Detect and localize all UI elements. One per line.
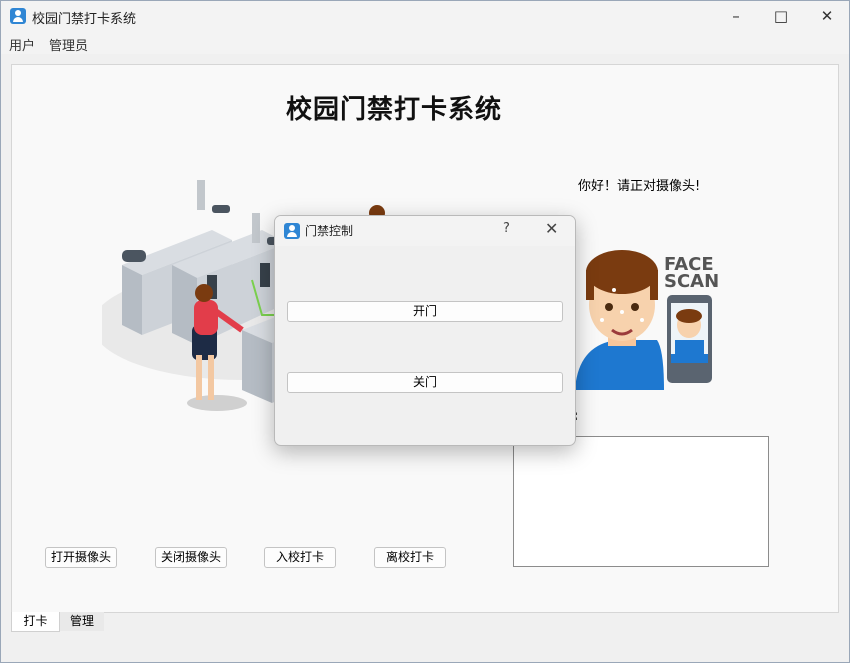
tab-manage[interactable]: 管理 <box>60 612 104 631</box>
dialog-app-icon <box>284 223 300 239</box>
menu-admin[interactable]: 管理员 <box>49 35 88 54</box>
app-icon <box>10 8 26 24</box>
close-icon[interactable]: ✕ <box>804 1 850 32</box>
dialog-title-bar: 门禁控制 ? ✕ <box>275 216 575 246</box>
face-scan-line-2: SCAN <box>664 271 720 292</box>
maximize-icon[interactable]: □ <box>758 1 804 32</box>
dialog-title: 门禁控制 <box>305 224 354 238</box>
open-gate-button[interactable]: 开门 <box>287 301 563 322</box>
dialog-close-icon[interactable]: ✕ <box>545 219 558 238</box>
gate-control-dialog: 门禁控制 ? ✕ 开门 关门 <box>274 215 576 446</box>
face-scan-label: FACE SCAN <box>664 256 720 292</box>
close-gate-button[interactable]: 关门 <box>287 372 563 393</box>
page-title: 校园门禁打卡系统 <box>286 95 503 125</box>
window-title: 校园门禁打卡系统 <box>32 12 137 27</box>
minimize-icon[interactable]: – <box>713 1 759 32</box>
open-camera-button[interactable]: 打开摄像头 <box>45 547 117 568</box>
help-icon[interactable]: ? <box>503 221 510 236</box>
checkin-enter-button[interactable]: 入校打卡 <box>264 547 336 568</box>
tab-checkin[interactable]: 打卡 <box>11 612 60 632</box>
checkin-leave-button[interactable]: 离校打卡 <box>374 547 446 568</box>
menu-bar: 用户 管理员 <box>1 32 849 54</box>
title-bar: 校园门禁打卡系统 – □ ✕ <box>1 1 849 32</box>
greeting-text: 你好！请正对摄像头! <box>578 179 701 194</box>
camera-preview <box>513 436 769 567</box>
close-camera-button[interactable]: 关闭摄像头 <box>155 547 227 568</box>
menu-user[interactable]: 用户 <box>9 35 35 54</box>
